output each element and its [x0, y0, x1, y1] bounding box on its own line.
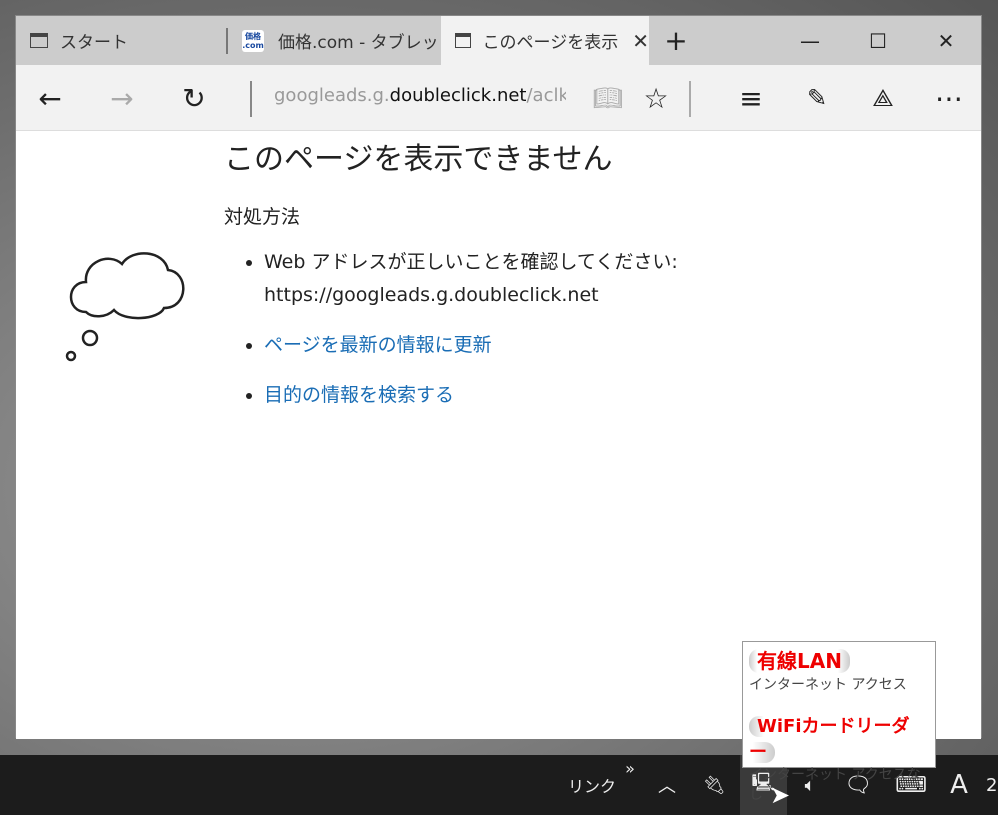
new-tab-button[interactable]: +: [646, 16, 706, 65]
remedy-list: Web アドレスが正しいことを確認してください: https://googlead…: [264, 246, 678, 429]
navigation-toolbar: ← → ↻ googleads.g.doubleclick.net/aclk?s…: [16, 65, 981, 131]
refresh-button[interactable]: ↻: [169, 65, 219, 131]
network-name: 有線LAN: [749, 649, 850, 673]
tab-kakaku[interactable]: 価格 .com 価格.com - タブレッ: [228, 16, 441, 65]
refresh-link[interactable]: ページを最新の情報に更新: [264, 334, 492, 356]
network-item: 有線LAN: [749, 645, 929, 674]
divider: [250, 81, 252, 117]
list-item: 目的の情報を検索する: [264, 379, 678, 412]
share-icon[interactable]: ⟁: [858, 65, 908, 131]
list-item: ページを最新の情報に更新: [264, 329, 678, 362]
clock[interactable]: 2: [986, 755, 998, 815]
list-item: Web アドレスが正しいことを確認してください: https://googlead…: [264, 246, 678, 312]
minimize-button[interactable]: —: [776, 16, 844, 65]
maximize-button[interactable]: ☐: [844, 16, 912, 65]
ime-indicator[interactable]: A: [942, 755, 976, 815]
url-domain: doubleclick.net: [389, 85, 527, 106]
address-bar[interactable]: googleads.g.doubleclick.net/aclk?s: [274, 85, 566, 106]
page-icon: [455, 33, 471, 48]
divider: [689, 81, 691, 117]
more-icon[interactable]: ⋯: [924, 65, 974, 131]
web-note-icon[interactable]: ✎: [792, 65, 842, 131]
hub-icon[interactable]: ≡: [726, 65, 776, 131]
battery-icon[interactable]: 🔌︎: [696, 755, 732, 815]
reading-view-icon[interactable]: 📖︎: [583, 65, 633, 131]
network-item: WiFiカードリーダー: [749, 712, 929, 764]
network-tooltip: 有線LAN インターネット アクセス WiFiカードリーダー インターネット ア…: [742, 641, 936, 803]
check-address-text: Web アドレスが正しいことを確認してください:: [264, 251, 678, 273]
search-link[interactable]: 目的の情報を検索する: [264, 384, 454, 406]
tab-label: スタート: [60, 33, 128, 53]
tab-bar: スタート 価格 .com 価格.com - タブレッ このページを表示 ✕ + — ☐…: [16, 16, 981, 65]
links-toolbar[interactable]: リンク: [566, 755, 618, 815]
remedy-heading: 対処方法: [224, 206, 301, 228]
thought-cloud-icon: [65, 252, 185, 362]
network-status: インターネット アクセス: [749, 677, 907, 693]
tab-start[interactable]: スタート: [16, 16, 226, 65]
tab-label: このページを表示: [482, 33, 619, 53]
url-suffix: /aclk?s: [526, 85, 566, 106]
tab-label: 価格.com - タブレッ: [278, 33, 439, 53]
kakaku-favicon-icon: 価格 .com: [242, 29, 264, 52]
network-status: インターネット アクセスなし: [749, 767, 921, 803]
address-text: https://googleads.g.doubleclick.net: [264, 284, 599, 306]
favorite-star-icon[interactable]: ☆: [631, 65, 681, 131]
tab-error-page[interactable]: このページを表示 ✕: [441, 16, 649, 65]
toolbar-chevron[interactable]: »: [618, 755, 642, 781]
url-prefix: googleads.g.: [274, 85, 390, 106]
forward-button[interactable]: →: [97, 65, 147, 131]
page-icon: [30, 33, 48, 48]
back-button[interactable]: ←: [25, 65, 75, 131]
browser-window: スタート 価格 .com 価格.com - タブレッ このページを表示 ✕ + — ☐…: [15, 15, 982, 739]
close-window-button[interactable]: ✕: [912, 16, 980, 65]
error-title: このページを表示できません: [224, 142, 613, 177]
network-name: WiFiカードリーダー: [749, 716, 910, 763]
show-hidden-icons-button[interactable]: ︿: [652, 755, 682, 815]
